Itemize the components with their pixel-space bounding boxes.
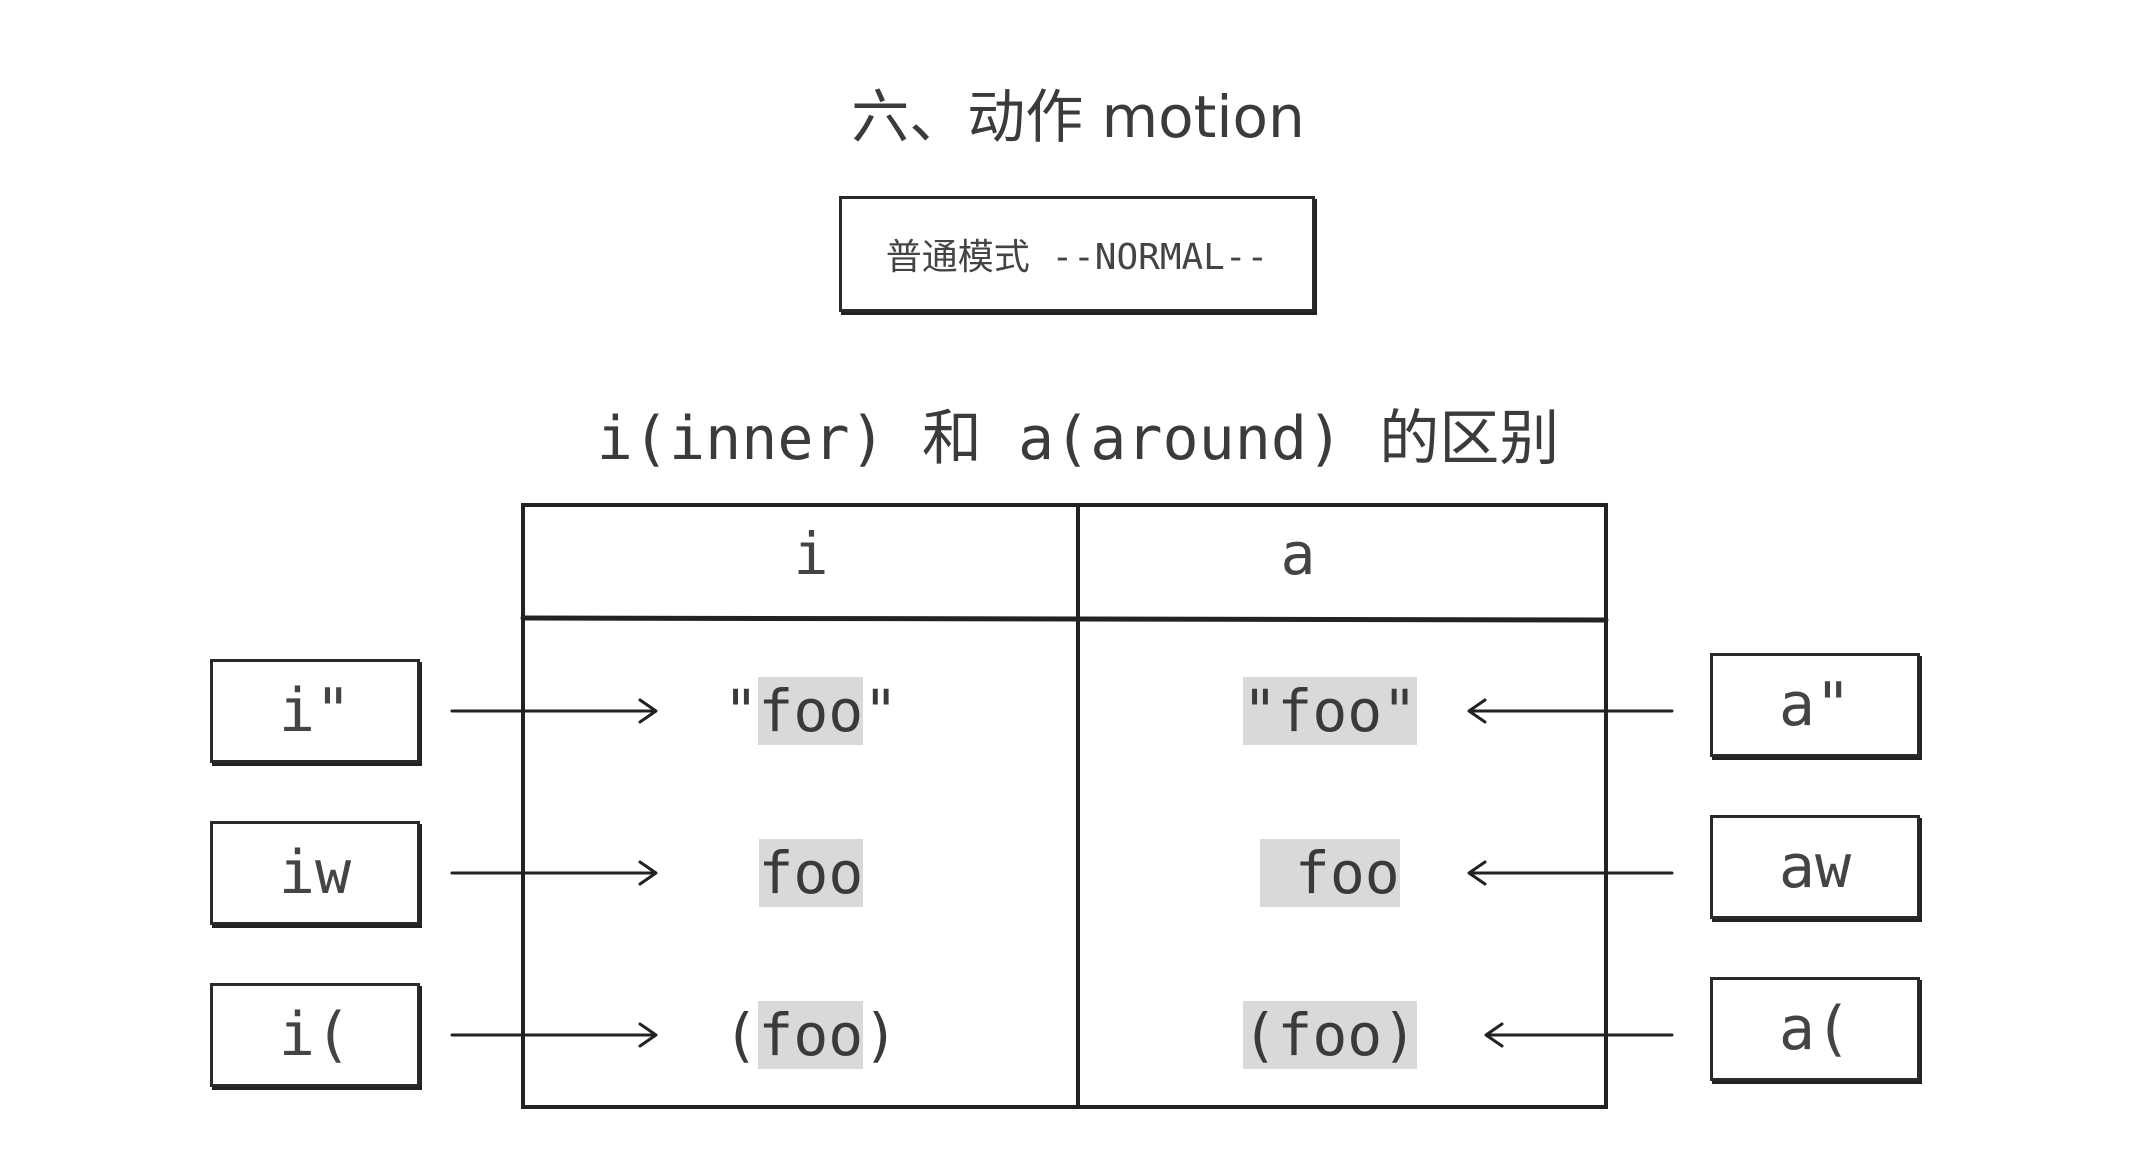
key-box-right: aw: [1710, 815, 1920, 919]
arrow-right-icon: [450, 698, 658, 724]
key-box-left: i(: [210, 983, 420, 1087]
key-label: aw: [1778, 832, 1852, 902]
key-box-left: i": [210, 659, 420, 763]
key-label: i": [278, 676, 352, 746]
column-header-i: i: [793, 520, 829, 588]
i-cell-text-highlight: foo: [758, 839, 864, 907]
i-cell-text-highlight: foo: [758, 677, 864, 745]
i-cell-text: "foo": [724, 677, 898, 745]
arrow-right-icon: [450, 1022, 658, 1048]
key-label: a": [1778, 670, 1852, 740]
a-cell-text-highlight: (foo): [1242, 1001, 1418, 1069]
arrow-right-icon: [450, 860, 658, 886]
i-cell-text-before: ": [723, 677, 759, 745]
key-box-right: a": [1710, 653, 1920, 757]
arrow-left-icon: [1467, 860, 1674, 886]
key-box-right: a(: [1710, 977, 1920, 1081]
key-box-left: iw: [210, 821, 420, 925]
key-label: a(: [1778, 994, 1852, 1064]
i-cell-text: (foo): [724, 1001, 898, 1069]
table-border: [521, 503, 1608, 1109]
i-cell-text-after: ": [863, 677, 899, 745]
i-cell-text: foo: [758, 839, 864, 907]
header-divider: [520, 615, 1609, 623]
i-cell-text-before: (: [723, 1001, 759, 1069]
arrow-left-icon: [1484, 1022, 1674, 1048]
a-cell-text: "foo": [1242, 677, 1418, 745]
key-label: iw: [278, 838, 352, 908]
key-label: i(: [278, 1000, 352, 1070]
column-header-a: a: [1280, 520, 1316, 588]
a-cell-text-highlight: foo: [1260, 839, 1400, 907]
a-cell-text: (foo): [1242, 1001, 1418, 1069]
i-cell-text-after: ): [863, 1001, 899, 1069]
a-cell-text-highlight: "foo": [1242, 677, 1418, 745]
arrow-left-icon: [1467, 698, 1674, 724]
i-cell-text-highlight: foo: [758, 1001, 864, 1069]
a-cell-text: foo: [1260, 839, 1400, 907]
